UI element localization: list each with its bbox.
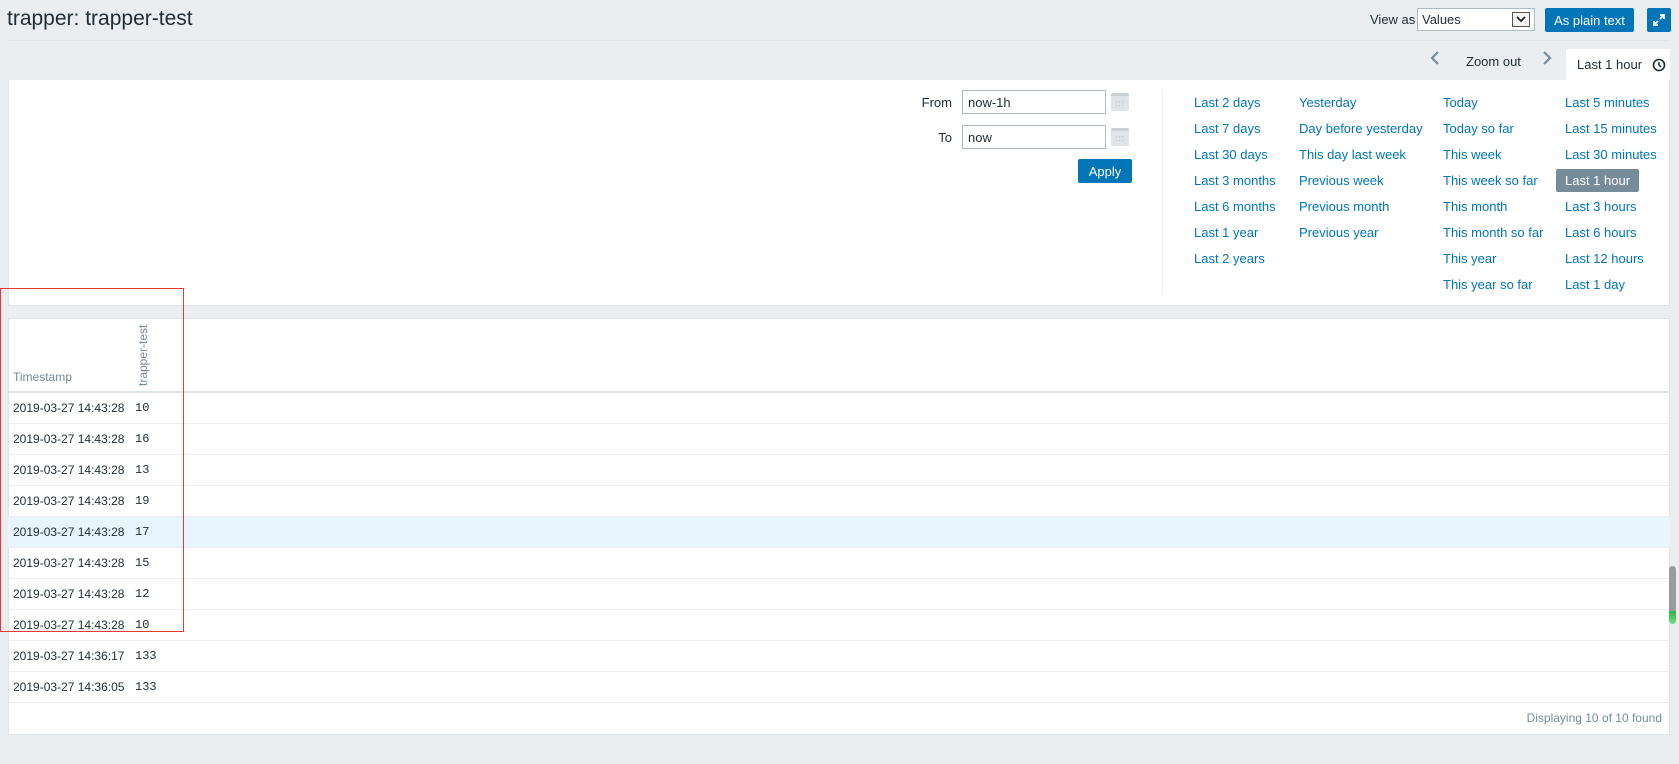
- table-footer-count: Displaying 10 of 10 found: [1526, 711, 1662, 725]
- quick-range-link[interactable]: This year so far: [1443, 277, 1533, 292]
- table-row: 2019-03-27 14:43:28 16: [8, 424, 1670, 455]
- row-timestamp: 2019-03-27 14:43:28: [13, 432, 125, 446]
- chevron-down-icon[interactable]: [1512, 12, 1530, 27]
- column-header-timestamp[interactable]: Timestamp: [13, 370, 72, 384]
- scrollbar-thumb[interactable]: [1669, 566, 1676, 624]
- table-row: 2019-03-27 14:36:17 133: [8, 641, 1670, 672]
- table-row: 2019-03-27 14:43:28 10: [8, 610, 1670, 641]
- fullscreen-icon: [1653, 14, 1665, 26]
- clock-icon: [1652, 58, 1666, 71]
- tab-time-filter-label: Last 1 hour: [1577, 57, 1643, 72]
- calendar-icon: :::: [1115, 133, 1125, 143]
- quick-range-link[interactable]: Last 2 years: [1194, 251, 1265, 266]
- tab-time-filter[interactable]: Last 1 hour: [1566, 49, 1670, 80]
- row-value: 13: [135, 463, 150, 477]
- row-timestamp: 2019-03-27 14:43:28: [13, 556, 125, 570]
- quick-range-link[interactable]: This week so far: [1443, 173, 1538, 188]
- to-calendar-button[interactable]: :::: [1111, 128, 1129, 146]
- from-calendar-button[interactable]: :::: [1111, 93, 1129, 111]
- table-row: 2019-03-27 14:36:05 133: [8, 672, 1670, 703]
- row-timestamp: 2019-03-27 14:36:17: [13, 649, 125, 663]
- quick-range-link[interactable]: Last 2 days: [1194, 95, 1261, 110]
- filter-divider: [1162, 90, 1163, 294]
- view-as-select[interactable]: Values: [1417, 8, 1535, 31]
- scrollbar-track[interactable]: [1670, 318, 1679, 764]
- from-input[interactable]: [962, 90, 1106, 114]
- quick-range-link[interactable]: Last 30 minutes: [1565, 147, 1657, 162]
- header-divider: [7, 40, 1670, 41]
- next-period-button[interactable]: [1542, 50, 1552, 71]
- quick-range-link[interactable]: Last 12 hours: [1565, 251, 1644, 266]
- row-value: 19: [135, 494, 150, 508]
- row-timestamp: 2019-03-27 14:43:28: [13, 525, 125, 539]
- prev-period-button[interactable]: [1430, 50, 1440, 71]
- time-filter-panel: [8, 80, 1670, 306]
- quick-range-link[interactable]: Previous month: [1299, 199, 1389, 214]
- fullscreen-button[interactable]: [1647, 8, 1671, 32]
- chevron-left-icon: [1430, 51, 1439, 65]
- row-timestamp: 2019-03-27 14:43:28: [13, 587, 125, 601]
- as-plain-text-button[interactable]: As plain text: [1545, 8, 1634, 32]
- quick-range-link[interactable]: Last 15 minutes: [1565, 121, 1657, 136]
- quick-range-link[interactable]: This day last week: [1299, 147, 1406, 162]
- quick-range-link[interactable]: This week: [1443, 147, 1502, 162]
- row-value: 12: [135, 587, 150, 601]
- row-value: 10: [135, 401, 150, 415]
- quick-range-link[interactable]: Previous week: [1299, 173, 1384, 188]
- row-timestamp: 2019-03-27 14:43:28: [13, 401, 125, 415]
- quick-range-link[interactable]: Last 1 year: [1194, 225, 1258, 240]
- quick-range-link[interactable]: This month so far: [1443, 225, 1543, 240]
- row-timestamp: 2019-03-27 14:43:28: [13, 494, 125, 508]
- table-row: 2019-03-27 14:43:28 10: [8, 393, 1670, 424]
- quick-range-link[interactable]: Last 1 day: [1565, 277, 1625, 292]
- quick-range-link[interactable]: Last 3 months: [1194, 173, 1276, 188]
- view-as-value: Values: [1422, 12, 1461, 27]
- quick-range-link[interactable]: Day before yesterday: [1299, 121, 1423, 136]
- row-value: 133: [135, 680, 157, 694]
- chevron-right-icon: [1543, 51, 1552, 65]
- to-label: To: [938, 130, 952, 145]
- row-timestamp: 2019-03-27 14:43:28: [13, 618, 125, 632]
- quick-range-link[interactable]: Last 30 days: [1194, 147, 1268, 162]
- apply-button[interactable]: Apply: [1078, 159, 1132, 183]
- quick-range-link[interactable]: This year: [1443, 251, 1496, 266]
- table-row: 2019-03-27 14:43:28 12: [8, 579, 1670, 610]
- row-value: 16: [135, 432, 150, 446]
- column-header-item[interactable]: trapper-test: [136, 323, 152, 386]
- quick-range-link[interactable]: Last 3 hours: [1565, 199, 1637, 214]
- row-timestamp: 2019-03-27 14:43:28: [13, 463, 125, 477]
- row-value: 17: [135, 525, 150, 539]
- quick-range-link[interactable]: Last 5 minutes: [1565, 95, 1650, 110]
- to-input[interactable]: [962, 125, 1106, 149]
- quick-range-link[interactable]: This month: [1443, 199, 1507, 214]
- table-row: 2019-03-27 14:43:28 13: [8, 455, 1670, 486]
- quick-range-link[interactable]: Last 1 hour: [1556, 169, 1640, 192]
- quick-range-link[interactable]: Previous year: [1299, 225, 1378, 240]
- page-title: trapper: trapper-test: [7, 7, 193, 30]
- table-row: 2019-03-27 14:43:28 19: [8, 486, 1670, 517]
- zoom-out-button[interactable]: Zoom out: [1466, 54, 1521, 69]
- view-as-label: View as: [1370, 12, 1416, 27]
- quick-range-link[interactable]: Last 7 days: [1194, 121, 1261, 136]
- calendar-icon: :::: [1115, 98, 1125, 108]
- row-timestamp: 2019-03-27 14:36:05: [13, 680, 125, 694]
- quick-range-link[interactable]: Last 6 months: [1194, 199, 1276, 214]
- row-value: 133: [135, 649, 157, 663]
- from-label: From: [921, 95, 952, 110]
- row-value: 10: [135, 618, 150, 632]
- quick-range-link[interactable]: Today so far: [1443, 121, 1514, 136]
- quick-range-link[interactable]: Today: [1443, 95, 1478, 110]
- row-value: 15: [135, 556, 150, 570]
- table-row: 2019-03-27 14:43:28 15: [8, 548, 1670, 579]
- quick-range-link[interactable]: Last 6 hours: [1565, 225, 1637, 240]
- table-row: 2019-03-27 14:43:28 17: [8, 517, 1670, 548]
- quick-range-link[interactable]: Yesterday: [1299, 95, 1356, 110]
